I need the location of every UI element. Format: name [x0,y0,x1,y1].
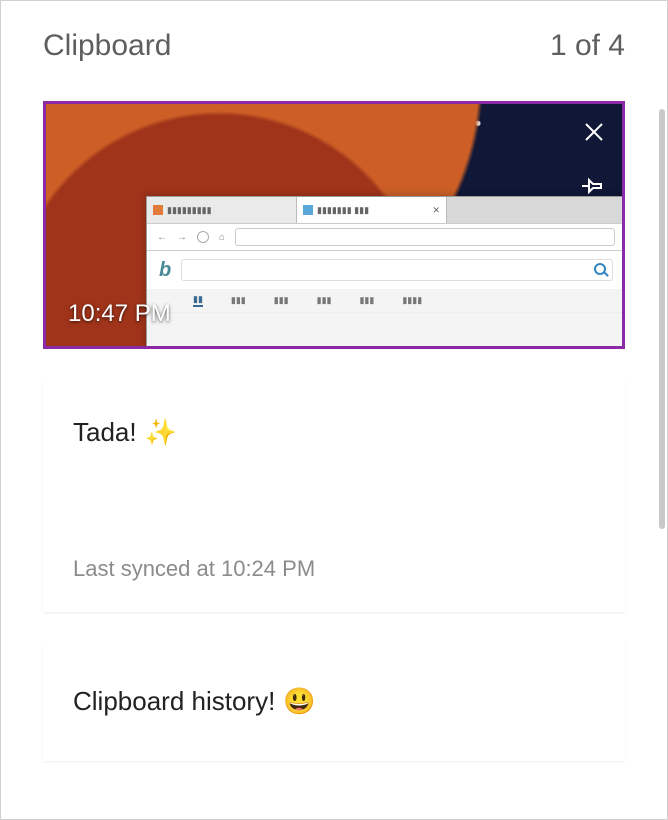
clipboard-entry-text[interactable]: Clipboard history! 😃 [43,642,625,761]
entry-text: Tada! [73,417,137,448]
sync-status: Last synced at 10:24 PM [73,556,595,582]
thumbnail-browser-window: ▮▮▮▮▮▮▮▮▮ ▮▮▮▮▮▮▮ ▮▮▮✕ ←→⌂ b ▮▮▮▮▮▮▮▮▮▮▮… [146,196,625,349]
entry-text: Clipboard history! [73,686,275,717]
sparkles-icon: ✨ [145,417,177,448]
clipboard-entry-image[interactable]: ▮▮▮▮▮▮▮▮▮ ▮▮▮▮▮▮▮ ▮▮▮✕ ←→⌂ b ▮▮▮▮▮▮▮▮▮▮▮… [43,101,625,349]
pin-icon [582,177,606,195]
clipboard-panel: Clipboard 1 of 4 ▮▮▮▮▮▮▮▮▮ ▮▮▮▮▮▮▮ ▮▮▮✕ … [1,1,667,819]
smiley-icon: 😃 [283,686,315,717]
delete-entry-button[interactable] [580,118,608,146]
entry-counter: 1 of 4 [550,29,625,63]
panel-header: Clipboard 1 of 4 [43,29,625,63]
close-icon [583,121,605,143]
entry-timestamp: 10:47 PM [68,300,171,328]
panel-title: Clipboard [43,29,171,63]
clipboard-entry-text[interactable]: Tada! ✨ Last synced at 10:24 PM [43,379,625,612]
pin-entry-button[interactable] [580,172,608,200]
scrollbar-thumb[interactable] [659,109,665,529]
